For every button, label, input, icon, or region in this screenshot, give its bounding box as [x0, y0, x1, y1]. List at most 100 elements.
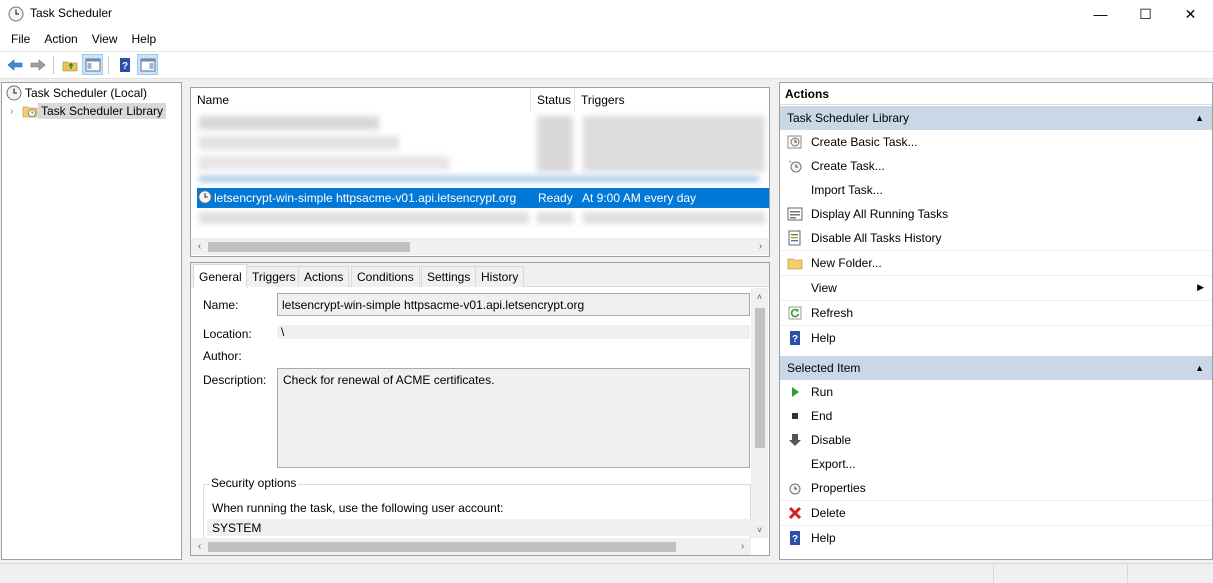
- action-label: Properties: [811, 481, 866, 495]
- task-row-selected[interactable]: letsencrypt-win-simple httpsacme-v01.api…: [197, 188, 769, 208]
- console-tree-icon: [85, 58, 100, 71]
- tab-history[interactable]: History: [475, 266, 525, 287]
- action-create-task[interactable]: Create Task...: [780, 154, 1212, 178]
- location-label: Location:: [203, 327, 252, 341]
- action-end[interactable]: End: [780, 404, 1212, 428]
- task-list-hscrollbar[interactable]: ‹ ›: [191, 238, 769, 255]
- show-hide-tree-button[interactable]: [82, 54, 103, 75]
- menu-view[interactable]: View: [85, 29, 125, 50]
- description-value: Check for renewal of ACME certificates.: [283, 373, 495, 387]
- tab-triggers[interactable]: Triggers: [246, 266, 302, 287]
- window-title: Task Scheduler: [30, 6, 113, 20]
- title-bar: Task Scheduler — ☐ ✕: [0, 0, 1213, 28]
- menu-action[interactable]: Action: [37, 29, 84, 50]
- history-icon: [787, 230, 803, 246]
- tree-item-root[interactable]: Task Scheduler (Local): [6, 84, 150, 102]
- redacted-row-block: [199, 212, 529, 224]
- tree-item-library[interactable]: › Task Scheduler Library: [10, 102, 167, 120]
- running-tasks-icon: [787, 206, 803, 222]
- clock-icon: [6, 85, 22, 101]
- action-label: Create Task...: [811, 159, 885, 173]
- help-toolbar-button[interactable]: ?: [114, 54, 135, 75]
- actions-pane: Actions Task Scheduler Library ▲ Create …: [779, 82, 1213, 560]
- action-help-selected[interactable]: ? Help: [780, 526, 1212, 550]
- name-value: letsencrypt-win-simple httpsacme-v01.api…: [282, 297, 585, 312]
- action-label: View: [811, 281, 837, 295]
- action-properties[interactable]: Properties: [780, 476, 1212, 500]
- collapse-up-icon[interactable]: ▲: [1195, 363, 1204, 373]
- redacted-row-block: [199, 156, 449, 170]
- section-library[interactable]: Task Scheduler Library ▲: [780, 106, 1212, 130]
- chevron-right-icon[interactable]: ›: [10, 106, 22, 117]
- up-folder-button[interactable]: [59, 54, 80, 75]
- disable-icon: [787, 432, 803, 448]
- tree-root-label: Task Scheduler (Local): [25, 86, 148, 100]
- action-disable-tasks-history[interactable]: Disable All Tasks History: [780, 226, 1212, 250]
- minimize-icon: —: [1093, 6, 1108, 22]
- back-button[interactable]: [4, 54, 25, 75]
- maximize-button[interactable]: ☐: [1123, 0, 1168, 28]
- section-library-title: Task Scheduler Library: [787, 111, 910, 125]
- task-name-cell: letsencrypt-win-simple httpsacme-v01.api…: [214, 191, 517, 205]
- column-header-name[interactable]: Name: [191, 88, 531, 112]
- tab-actions[interactable]: Actions: [298, 266, 350, 287]
- section-selected-item[interactable]: Selected Item ▲: [780, 356, 1212, 380]
- redacted-row-block: [537, 212, 573, 224]
- scroll-up-icon[interactable]: ˄: [751, 288, 768, 305]
- description-field[interactable]: Check for renewal of ACME certificates.: [277, 368, 750, 468]
- action-export[interactable]: Export...: [780, 452, 1212, 476]
- forward-button[interactable]: [27, 54, 48, 75]
- action-label: Disable All Tasks History: [811, 231, 942, 245]
- section-selected-title: Selected Item: [787, 361, 861, 375]
- action-view[interactable]: View ▶: [780, 276, 1212, 300]
- collapse-up-icon[interactable]: ▲: [1195, 113, 1204, 123]
- action-disable[interactable]: Disable: [780, 428, 1212, 452]
- show-hide-action-pane-button[interactable]: [137, 54, 158, 75]
- scroll-left-icon[interactable]: ‹: [191, 238, 208, 255]
- tab-conditions[interactable]: Conditions: [351, 266, 420, 287]
- svg-text:?: ?: [792, 534, 798, 545]
- scroll-right-icon[interactable]: ›: [734, 538, 751, 555]
- clock-icon: [8, 6, 24, 22]
- scroll-right-icon[interactable]: ›: [752, 238, 769, 255]
- status-cell: [993, 565, 994, 583]
- action-refresh[interactable]: Refresh: [780, 301, 1212, 325]
- action-import-task[interactable]: Import Task...: [780, 178, 1212, 202]
- menu-help[interactable]: Help: [125, 29, 164, 50]
- scroll-thumb[interactable]: [755, 308, 765, 448]
- action-delete[interactable]: Delete: [780, 501, 1212, 525]
- run-as-account-field[interactable]: SYSTEM: [207, 519, 751, 536]
- redacted-row-block: [199, 176, 759, 182]
- detail-hscrollbar[interactable]: ‹ ›: [191, 538, 751, 555]
- console-tree[interactable]: Task Scheduler (Local) › Task Scheduler …: [1, 82, 182, 560]
- minimize-button[interactable]: —: [1078, 0, 1123, 28]
- scroll-left-icon[interactable]: ‹: [191, 538, 208, 555]
- back-arrow-icon: [7, 58, 22, 71]
- column-header-triggers[interactable]: Triggers: [575, 88, 769, 112]
- action-help-library[interactable]: ? Help: [780, 326, 1212, 350]
- task-trigger-cell: At 9:00 AM every day: [582, 191, 697, 205]
- scroll-thumb[interactable]: [208, 242, 410, 252]
- help-book-icon: ?: [119, 57, 130, 72]
- tab-general[interactable]: General: [193, 264, 248, 288]
- tab-settings[interactable]: Settings: [421, 266, 477, 287]
- scroll-down-icon[interactable]: ˅: [751, 521, 768, 538]
- column-header-status[interactable]: Status: [531, 88, 575, 112]
- run-as-label: When running the task, use the following…: [212, 501, 504, 515]
- action-display-running-tasks[interactable]: Display All Running Tasks: [780, 202, 1212, 226]
- detail-vscrollbar[interactable]: ˄ ˅: [751, 288, 768, 538]
- action-create-basic-task[interactable]: Create Basic Task...: [780, 130, 1212, 154]
- task-list[interactable]: Name Status Triggers letsencrypt-win-sim…: [190, 87, 770, 257]
- delete-icon: [787, 505, 803, 521]
- svg-text:?: ?: [792, 334, 798, 345]
- help-icon: ?: [787, 530, 803, 546]
- action-run[interactable]: Run: [780, 380, 1212, 404]
- close-button[interactable]: ✕: [1168, 0, 1213, 28]
- name-field[interactable]: letsencrypt-win-simple httpsacme-v01.api…: [277, 293, 750, 316]
- action-new-folder[interactable]: New Folder...: [780, 251, 1212, 275]
- close-icon: ✕: [1184, 5, 1197, 22]
- menu-file[interactable]: File: [4, 29, 37, 50]
- scroll-thumb[interactable]: [208, 542, 676, 552]
- folder-icon: [787, 255, 803, 271]
- action-label: Help: [811, 531, 836, 545]
